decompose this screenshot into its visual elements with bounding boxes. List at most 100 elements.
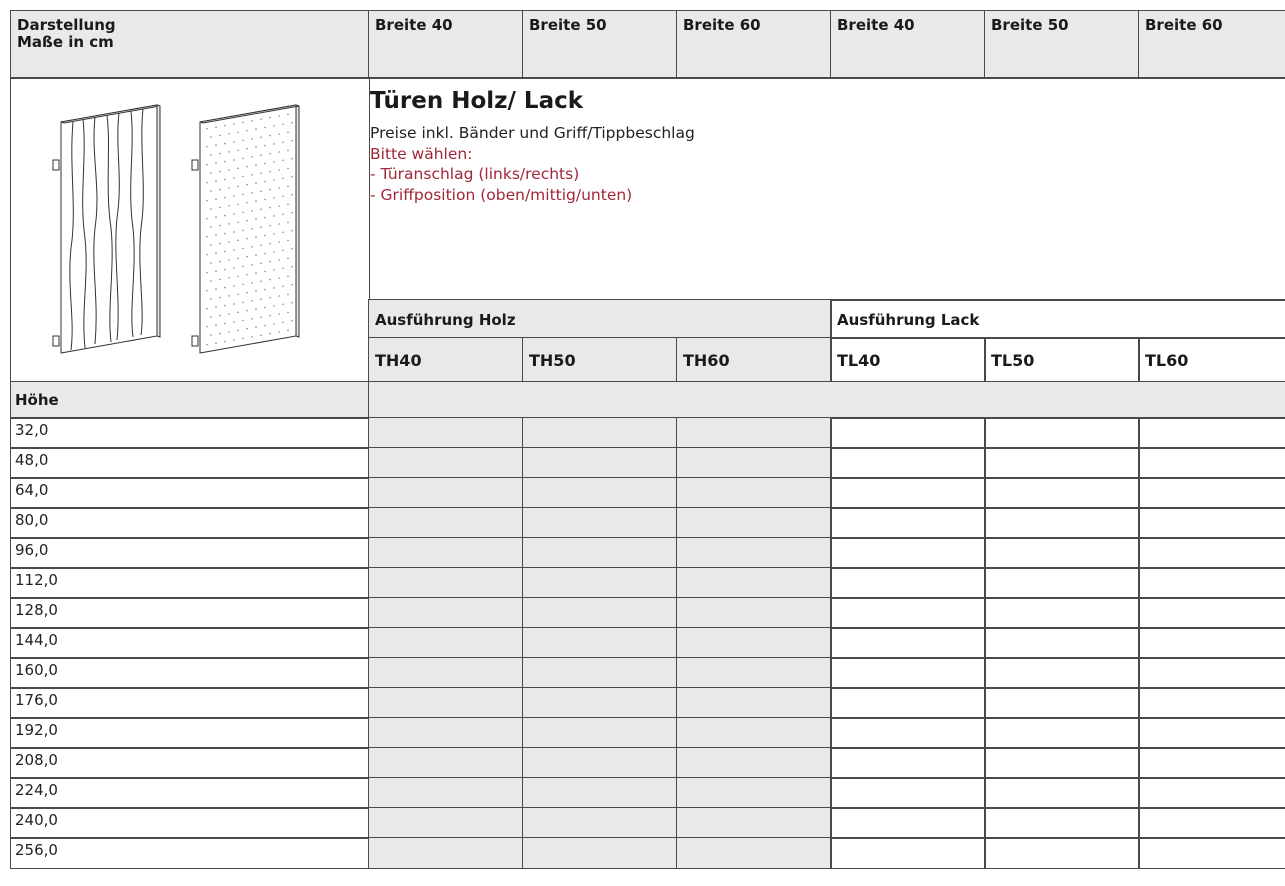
- price-cell: [676, 837, 832, 869]
- price-cell: [522, 447, 678, 479]
- dot: [233, 159, 235, 161]
- dot: [206, 271, 208, 274]
- code-label: TL60: [1145, 351, 1189, 370]
- dot: [219, 152, 221, 155]
- price-cell: [830, 507, 986, 539]
- dot: [210, 262, 212, 264]
- dot: [273, 143, 275, 145]
- dot: [219, 278, 221, 281]
- price-table: Darstellung Maße in cm Breite 40 Breite …: [10, 10, 1285, 886]
- price-cell: [676, 717, 832, 749]
- price-cell: [984, 837, 1140, 869]
- dot: [273, 197, 275, 199]
- price-cell: [830, 807, 986, 839]
- dot: [237, 257, 239, 260]
- height-value: 96,0: [15, 541, 49, 559]
- height-value: 48,0: [15, 451, 49, 469]
- code-cell-th40: TH40: [368, 337, 524, 383]
- price-cell: [522, 537, 678, 569]
- dot: [282, 231, 284, 234]
- price-cell: [1138, 837, 1285, 869]
- price-cell: [830, 717, 986, 749]
- dot: [228, 187, 230, 189]
- dot: [251, 209, 253, 212]
- dot: [233, 141, 235, 143]
- dot: [264, 180, 266, 183]
- dot: [282, 195, 284, 198]
- door-illustration-cell: [10, 77, 370, 383]
- dot: [219, 224, 221, 227]
- width-header-5: Breite 50: [984, 10, 1140, 79]
- dot: [260, 118, 262, 120]
- price-cell: [1138, 687, 1285, 719]
- dot: [291, 229, 293, 232]
- width-header-label: Breite 60: [683, 16, 761, 34]
- price-cell: [368, 807, 524, 839]
- dot: [233, 195, 235, 197]
- dot: [291, 121, 293, 124]
- dot: [251, 119, 253, 122]
- price-cell: [368, 567, 524, 599]
- dot: [219, 134, 221, 137]
- dot: [291, 319, 293, 322]
- dot: [206, 145, 208, 148]
- dot: [282, 303, 284, 306]
- dot: [251, 227, 253, 230]
- height-row-label-cell: 208,0: [10, 747, 370, 779]
- price-cell: [984, 537, 1140, 569]
- width-header-label: Breite 50: [991, 16, 1069, 34]
- dot: [215, 234, 217, 236]
- price-cell: [984, 657, 1140, 689]
- dot: [278, 295, 280, 297]
- dot: [224, 124, 226, 127]
- dot: [246, 183, 248, 186]
- dot: [251, 281, 253, 284]
- dot: [287, 275, 289, 278]
- height-value: 128,0: [15, 601, 58, 619]
- price-cell: [676, 747, 832, 779]
- height-row-label-cell: 112,0: [10, 567, 370, 599]
- dot: [282, 123, 284, 126]
- price-cell: [676, 807, 832, 839]
- product-title: Türen Holz/ Lack: [370, 88, 584, 114]
- dot: [273, 305, 275, 307]
- price-cell: [830, 627, 986, 659]
- price-cell: [522, 747, 678, 779]
- height-row-label-cell: 64,0: [10, 477, 370, 509]
- code-label: TH40: [375, 351, 422, 370]
- dot: [264, 198, 266, 201]
- height-value: 144,0: [15, 631, 58, 649]
- dot: [282, 285, 284, 288]
- width-header-label: Breite 40: [375, 16, 453, 34]
- dot: [224, 214, 226, 217]
- dot: [210, 154, 212, 156]
- dot: [255, 218, 257, 220]
- dot: [219, 170, 221, 173]
- price-cell: [676, 447, 832, 479]
- code-label: TL50: [991, 351, 1035, 370]
- dot: [251, 317, 253, 320]
- price-cell: [984, 417, 1140, 449]
- dot: [251, 335, 253, 338]
- dot: [233, 285, 235, 287]
- width-header-label: Breite 60: [1145, 16, 1223, 34]
- price-cell: [984, 567, 1140, 599]
- height-value: 64,0: [15, 481, 49, 499]
- dot: [255, 146, 257, 148]
- dot: [219, 296, 221, 299]
- dot: [215, 144, 217, 146]
- code-label: TH60: [683, 351, 730, 370]
- dot: [242, 211, 244, 214]
- dot: [215, 252, 217, 254]
- dot: [260, 298, 262, 300]
- door-illustration: [52, 104, 300, 354]
- dot: [251, 245, 253, 248]
- price-cell: [368, 537, 524, 569]
- price-cell: [522, 807, 678, 839]
- dot: [278, 313, 280, 315]
- corner-header-line2: Maße in cm: [17, 33, 114, 51]
- dot: [233, 231, 235, 233]
- dot: [269, 206, 271, 209]
- price-cell: [676, 687, 832, 719]
- width-header-1: Breite 40: [368, 10, 524, 79]
